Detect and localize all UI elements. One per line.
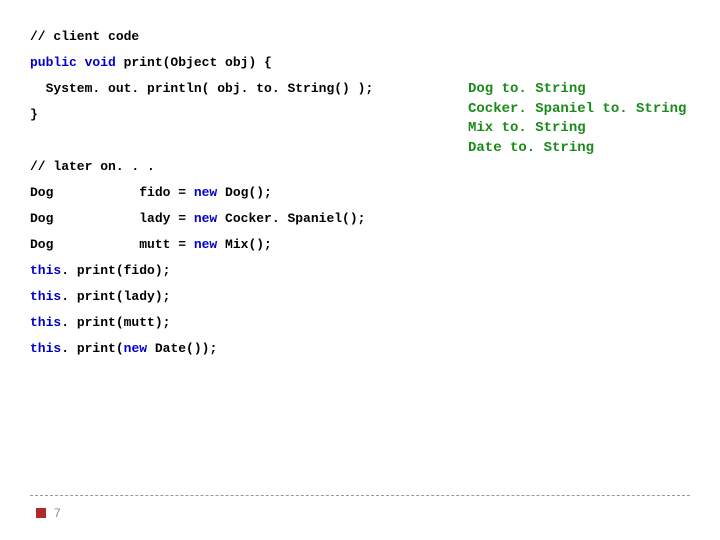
code-column: // client code public void print(Object … [30,24,450,362]
code-token: Dog mutt = [30,237,194,252]
code-token: } [30,107,38,122]
page-number: 7 [54,506,61,520]
code-token: Dog fido = [30,185,194,200]
code-token: public void [30,55,116,70]
page-number-wrap: 7 [30,506,690,520]
code-token: System. out. println( obj. to. String() … [30,81,373,96]
content-row: // client code public void print(Object … [0,0,720,362]
code-token: print(Object obj) { [116,55,272,70]
code-block: // client code public void print(Object … [30,24,450,362]
code-token: new [124,341,147,356]
code-token: Cocker. Spaniel(); [217,211,365,226]
footer: 7 [0,495,720,520]
code-token: this [30,341,61,356]
code-token: Mix(); [217,237,272,252]
code-token: this [30,263,61,278]
code-token: new [194,237,217,252]
code-token: new [194,211,217,226]
code-token: // later on. . . [30,159,155,174]
code-token: . print(lady); [61,289,170,304]
code-token: this [30,289,61,304]
code-token: . print(mutt); [61,315,170,330]
divider [30,495,690,496]
code-token: Dog lady = [30,211,194,226]
code-token: Date()); [147,341,217,356]
code-token: Dog(); [217,185,272,200]
code-token: this [30,315,61,330]
code-token: . print(fido); [61,263,170,278]
slide: // client code public void print(Object … [0,0,720,540]
output-block: Dog to. String Cocker. Spaniel to. Strin… [468,80,700,158]
output-column: Dog to. String Cocker. Spaniel to. Strin… [450,24,700,362]
code-token: new [194,185,217,200]
code-token: . print( [61,341,123,356]
page-marker-icon [36,508,46,518]
code-token: // client code [30,29,139,44]
